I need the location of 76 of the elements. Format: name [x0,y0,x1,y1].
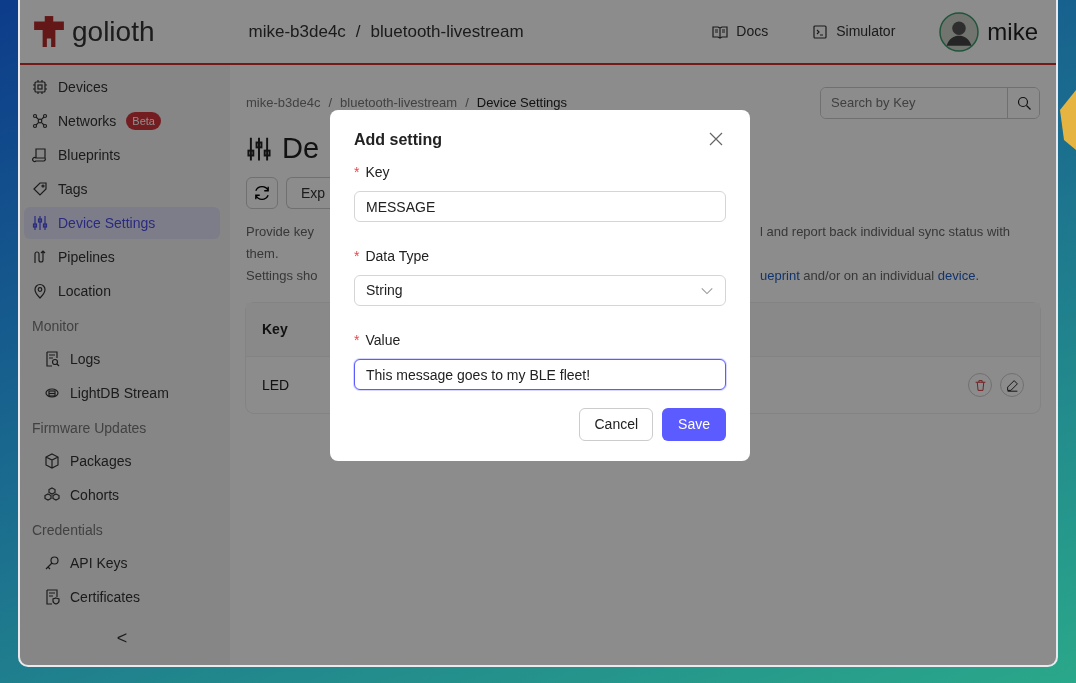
user-name[interactable]: mike [987,13,1038,50]
avatar[interactable] [939,11,980,52]
export-button[interactable]: Exp [286,177,330,209]
header-link[interactable]: Simulator [812,21,896,42]
cancel-button[interactable]: Cancel [579,408,654,441]
project-path-item: mike-b3de4c [248,20,346,43]
chip-icon [32,79,48,95]
book-icon [712,23,729,40]
log-icon [44,351,60,367]
beta-badge: Beta [126,111,161,131]
search-icon[interactable] [1015,95,1032,111]
cubes-icon [44,487,60,503]
section-heading: Monitor [31,316,80,336]
scroll-icon [32,147,48,163]
save-button[interactable]: Save [662,408,726,441]
sidebar-item[interactable]: Networks Beta [24,105,220,137]
collapse-button[interactable]: < [110,624,134,653]
required-mark: * [354,163,360,182]
refresh-icon [253,184,271,202]
field-label: Key [365,163,390,182]
sidebar-item[interactable]: Blueprints [24,139,220,171]
section-heading: Firmware Updates [31,418,148,438]
sidebar-item[interactable]: Pipelines [24,241,220,273]
sliders-icon [32,215,48,231]
key-icon [44,555,60,571]
sidebar-item[interactable]: Packages [24,445,220,477]
tag-icon [32,181,48,197]
path-separator: / [355,20,361,43]
page-title: De [282,131,320,167]
description-text: ueprint and/or on an individual device. [760,267,980,285]
project-path-item: bluetooth-livestream [370,20,524,43]
required-mark: * [354,247,360,266]
location-pin-icon [32,283,48,299]
section-heading: Credentials [31,520,104,540]
trash-icon [973,378,987,392]
link[interactable]: ueprint [760,268,800,283]
refresh-button[interactable] [246,177,278,209]
header-link[interactable]: Docs [712,21,769,42]
sidebar-item[interactable]: Device Settings [24,207,220,239]
breadcrumb-separator: / [465,94,469,113]
select-field[interactable]: String [354,275,726,306]
field-label: Value [365,331,401,350]
logo-icon [32,14,66,49]
breadcrumb-item[interactable]: mike-b3de4c [246,93,321,113]
modal-title: Add setting [354,130,442,150]
sidebar-item[interactable]: LightDB Stream [24,377,220,409]
package-icon [44,453,60,469]
field-label: Data Type [365,247,429,266]
pipeline-icon [32,249,48,265]
description-text: Provide key [246,223,315,241]
column-header: Key [262,320,288,339]
sidebar-item[interactable]: Certificates [24,581,220,613]
pencil-icon [1005,378,1019,392]
network-icon [32,113,48,129]
required-mark: * [354,331,360,350]
logo-text: golioth [72,14,155,49]
breadcrumb-item[interactable]: bluetooth-livestream [340,93,458,113]
certificate-icon [44,589,60,605]
input-field[interactable]: This message goes to my BLE fleet! [354,359,726,390]
search-field[interactable]: Search by Key [820,87,1040,119]
sliders-icon [246,136,272,162]
breadcrumb-separator: / [328,94,333,113]
database-icon [44,385,60,401]
description-text: them. [246,245,280,263]
terminal-icon [812,23,829,40]
table-cell-text: LED [262,375,290,395]
description-text: l and report back individual sync status with [760,223,1011,241]
breadcrumb-item: Device Settings [476,94,568,113]
sidebar-item[interactable]: Cohorts [24,479,220,511]
description-text: Settings sho [246,267,319,285]
sidebar-item[interactable]: Tags [24,173,220,205]
sidebar-item[interactable]: API Keys [24,547,220,579]
sidebar-item[interactable]: Location [24,275,220,307]
sidebar-item[interactable]: Devices [24,71,220,103]
input-field[interactable]: MESSAGE [354,191,726,222]
sidebar-item[interactable]: Logs [24,343,220,375]
